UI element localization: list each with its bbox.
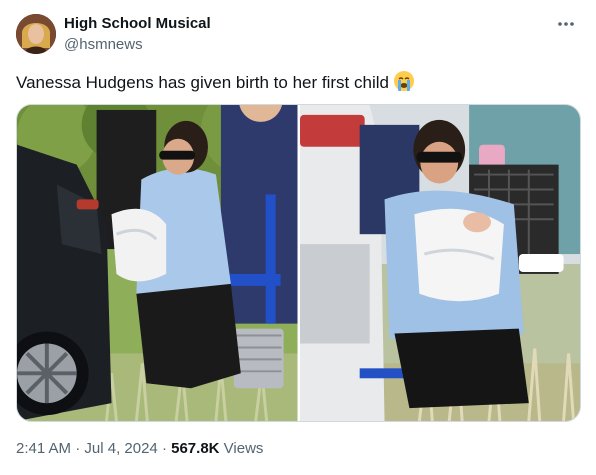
more-horizontal-icon: [558, 22, 574, 26]
avatar-image: [16, 14, 56, 54]
crying-face-emoji-icon: [393, 70, 415, 98]
more-button[interactable]: [552, 12, 580, 36]
photo-1-image: [17, 105, 298, 421]
meta-separator: ·: [75, 440, 81, 457]
media-grid: [16, 104, 581, 422]
author-avatar[interactable]: [16, 14, 56, 54]
meta-separator: ·: [161, 440, 167, 457]
photo-1[interactable]: [17, 105, 298, 421]
photo-2-image: [299, 105, 580, 421]
views-label: Views: [223, 440, 264, 457]
tweet-text: Vanessa Hudgens has given birth to her f…: [16, 70, 415, 98]
tweet: High School Musical @hsmnews Vanessa Hud…: [0, 0, 596, 475]
author-name[interactable]: High School Musical: [64, 15, 211, 32]
views-count[interactable]: 567.8K: [171, 440, 219, 457]
photo-2[interactable]: [299, 105, 580, 421]
author-handle[interactable]: @hsmnews: [64, 36, 143, 53]
tweet-time[interactable]: 2:41 AM: [16, 440, 71, 457]
tweet-meta: 2:41 AM · Jul 4, 2024 · 567.8K Views: [16, 440, 263, 457]
tweet-date[interactable]: Jul 4, 2024: [84, 440, 157, 457]
tweet-text-content: Vanessa Hudgens has given birth to her f…: [16, 73, 389, 92]
